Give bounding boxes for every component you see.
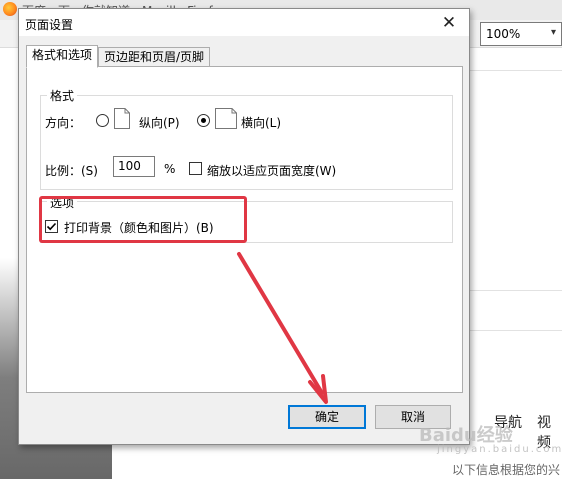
- tab-label: 格式和选项: [31, 48, 92, 62]
- watermark-url: jingyan.baidu.com: [437, 444, 562, 455]
- tab-format-options[interactable]: 格式和选项: [26, 45, 98, 68]
- annotation-arrow: [237, 252, 328, 404]
